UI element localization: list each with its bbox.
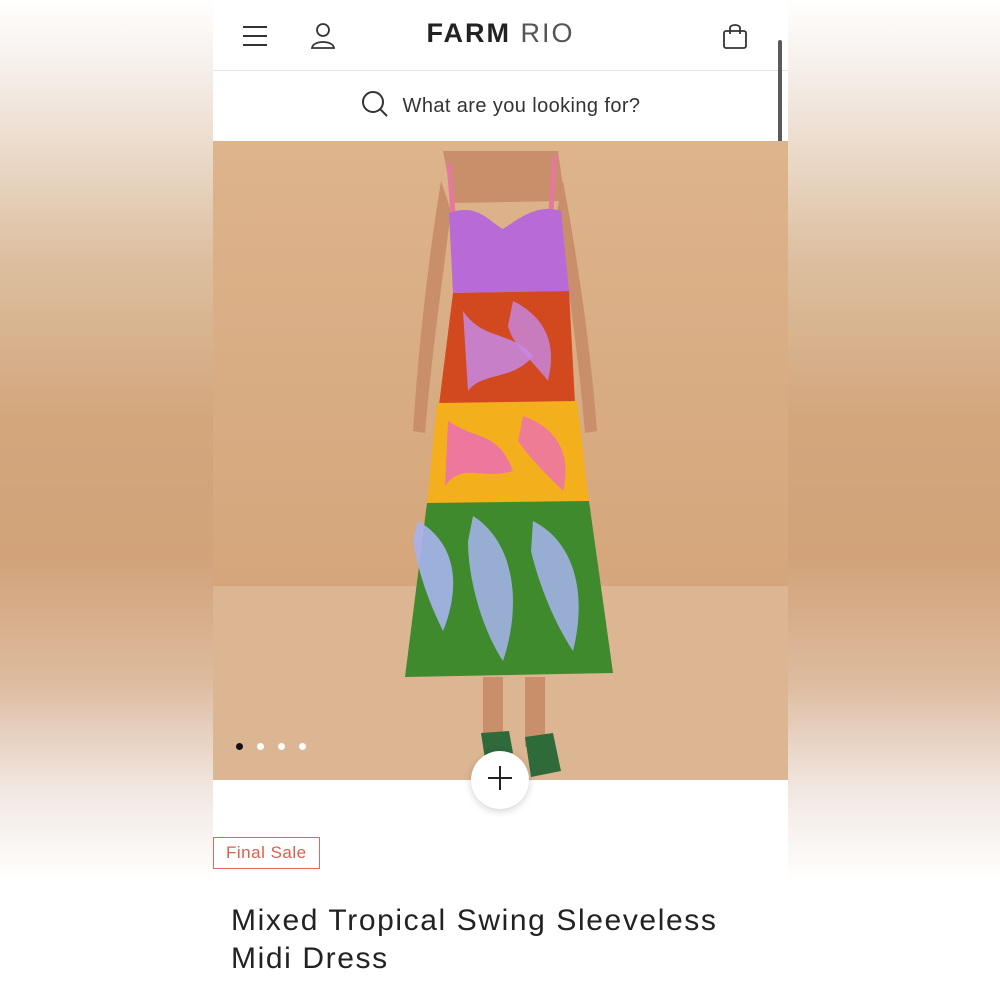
carousel-dot[interactable] [257, 743, 264, 750]
product-image [213, 141, 788, 780]
brand-logo[interactable]: FARM RIO [213, 18, 788, 49]
logo-primary-text: FARM [426, 18, 511, 48]
logo-secondary-text: RIO [520, 18, 575, 48]
shopping-bag-icon[interactable] [717, 18, 753, 54]
product-image-carousel[interactable] [213, 141, 788, 780]
carousel-dot[interactable] [299, 743, 306, 750]
carousel-indicator [236, 743, 306, 750]
carousel-dot[interactable] [278, 743, 285, 750]
status-badge: Final Sale [213, 837, 320, 869]
search-bar[interactable]: What are you looking for? [213, 71, 788, 141]
mobile-page: FARM RIO What are you looking for? Final… [213, 0, 788, 1000]
carousel-dot[interactable] [236, 743, 243, 750]
product-title: Mixed Tropical Swing Sleeveless Midi Dre… [231, 904, 718, 975]
add-button[interactable] [471, 751, 529, 809]
search-icon[interactable] [361, 90, 389, 123]
search-input[interactable]: What are you looking for? [403, 95, 641, 118]
top-navigation-bar: FARM RIO [213, 0, 788, 71]
plus-icon [486, 764, 514, 797]
